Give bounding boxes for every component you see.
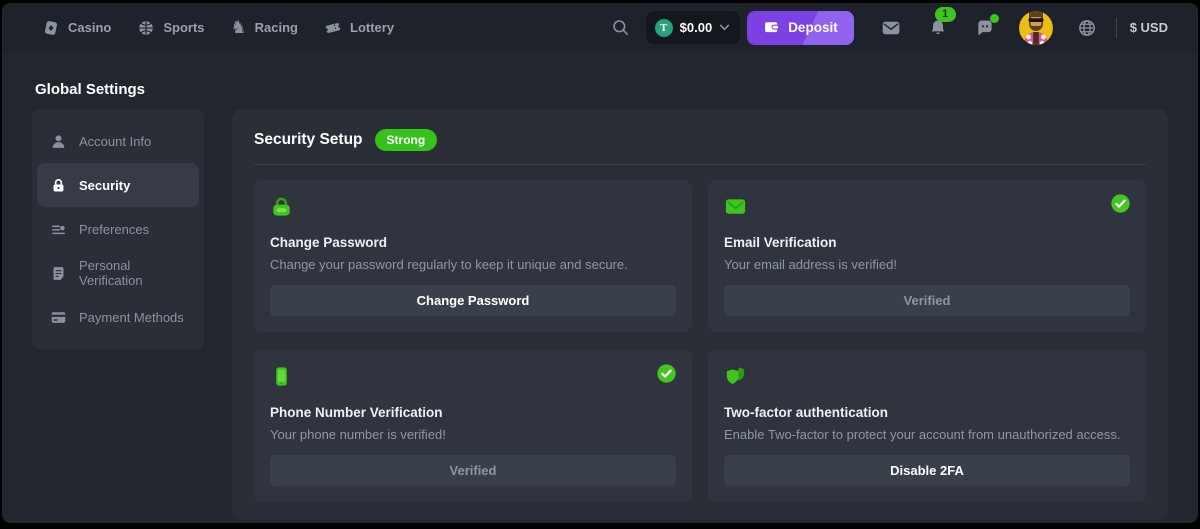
card-description: Enable Two-factor to protect your accoun… <box>724 427 1130 442</box>
online-status-dot <box>990 14 999 23</box>
nav-link-label: Racing <box>255 20 298 35</box>
sidebar-item-label: Preferences <box>79 222 149 237</box>
document-icon <box>50 265 67 282</box>
security-strength-badge: Strong <box>375 129 438 151</box>
security-setup-panel: Security Setup Strong Change Password Ch… <box>232 109 1168 520</box>
nav-link-sports[interactable]: Sports <box>137 19 204 37</box>
navbar-right: T $0.00 Deposit 1 <box>611 11 1168 45</box>
deposit-button[interactable]: Deposit <box>747 11 854 45</box>
currency-selector[interactable]: $ USD <box>1130 20 1168 35</box>
racing-icon: ♞ <box>231 19 247 37</box>
chat-icon[interactable] <box>975 18 995 38</box>
primary-nav: Casino Sports ♞ Racing Lottery <box>42 19 394 37</box>
lottery-icon <box>324 19 342 37</box>
user-avatar[interactable] <box>1019 11 1053 45</box>
nav-link-lottery[interactable]: Lottery <box>324 19 394 37</box>
nav-link-label: Lottery <box>350 20 394 35</box>
app-window: Casino Sports ♞ Racing Lottery <box>2 3 1198 523</box>
card-title: Change Password <box>270 235 676 250</box>
panel-title: Security Setup <box>254 131 363 149</box>
wallet-icon <box>763 19 780 36</box>
sidebar-item-label: Personal Verification <box>79 258 186 288</box>
card-title: Email Verification <box>724 235 1130 250</box>
sidebar-item-personal-verification[interactable]: Personal Verification <box>37 251 199 295</box>
nav-link-racing[interactable]: ♞ Racing <box>231 19 298 37</box>
card-description: Change your password regularly to keep i… <box>270 257 676 272</box>
settings-sidebar: Account Info Security Preferences Person… <box>32 109 204 349</box>
phone-icon <box>270 365 293 388</box>
navbar-divider <box>1116 18 1117 38</box>
nav-link-label: Casino <box>68 20 111 35</box>
sidebar-item-payment-methods[interactable]: Payment Methods <box>37 295 199 339</box>
disable-2fa-button[interactable]: Disable 2FA <box>724 455 1130 486</box>
panel-divider <box>254 164 1146 165</box>
padlock-icon <box>270 195 293 218</box>
email-verified-button: Verified <box>724 285 1130 316</box>
deposit-button-label: Deposit <box>788 20 838 35</box>
balance-selector[interactable]: T $0.00 <box>646 11 741 44</box>
two-factor-card: Two-factor authentication Enable Two-fac… <box>708 350 1146 502</box>
email-verification-card: Email Verification Your email address is… <box>708 180 1146 332</box>
preferences-icon <box>50 221 67 238</box>
language-globe-icon[interactable] <box>1077 18 1097 38</box>
panel-header: Security Setup Strong <box>254 128 1146 152</box>
change-password-card: Change Password Change your password reg… <box>254 180 692 332</box>
sidebar-item-label: Security <box>79 178 130 193</box>
credit-card-icon <box>50 309 67 326</box>
change-password-button[interactable]: Change Password <box>270 285 676 316</box>
sidebar-item-label: Account Info <box>79 134 151 149</box>
sidebar-item-security[interactable]: Security <box>37 163 199 207</box>
card-title: Phone Number Verification <box>270 405 676 420</box>
nav-link-label: Sports <box>163 20 204 35</box>
page-title: Global Settings <box>35 81 145 98</box>
sidebar-item-preferences[interactable]: Preferences <box>37 207 199 251</box>
envelope-icon <box>724 195 747 218</box>
notification-badge: 1 <box>935 7 956 22</box>
card-description: Your phone number is verified! <box>270 427 676 442</box>
notifications-bell-icon[interactable]: 1 <box>928 18 948 38</box>
tether-coin-icon: T <box>655 19 673 37</box>
balance-amount: $0.00 <box>680 20 713 35</box>
user-icon <box>50 133 67 150</box>
card-title: Two-factor authentication <box>724 405 1130 420</box>
security-cards-grid: Change Password Change your password reg… <box>254 180 1146 502</box>
nav-link-casino[interactable]: Casino <box>42 19 111 37</box>
top-navbar: Casino Sports ♞ Racing Lottery <box>2 3 1198 52</box>
shields-icon <box>724 365 747 388</box>
phone-verified-button: Verified <box>270 455 676 486</box>
chevron-down-icon <box>719 24 730 31</box>
casino-icon <box>42 19 60 37</box>
sidebar-item-label: Payment Methods <box>79 310 184 325</box>
mail-icon[interactable] <box>881 18 901 38</box>
verified-check-icon <box>1110 193 1131 214</box>
lock-icon <box>50 177 67 194</box>
phone-verification-card: Phone Number Verification Your phone num… <box>254 350 692 502</box>
sidebar-item-account-info[interactable]: Account Info <box>37 119 199 163</box>
sports-icon <box>137 19 155 37</box>
verified-check-icon <box>656 363 677 384</box>
card-description: Your email address is verified! <box>724 257 1130 272</box>
search-icon[interactable] <box>611 18 630 37</box>
